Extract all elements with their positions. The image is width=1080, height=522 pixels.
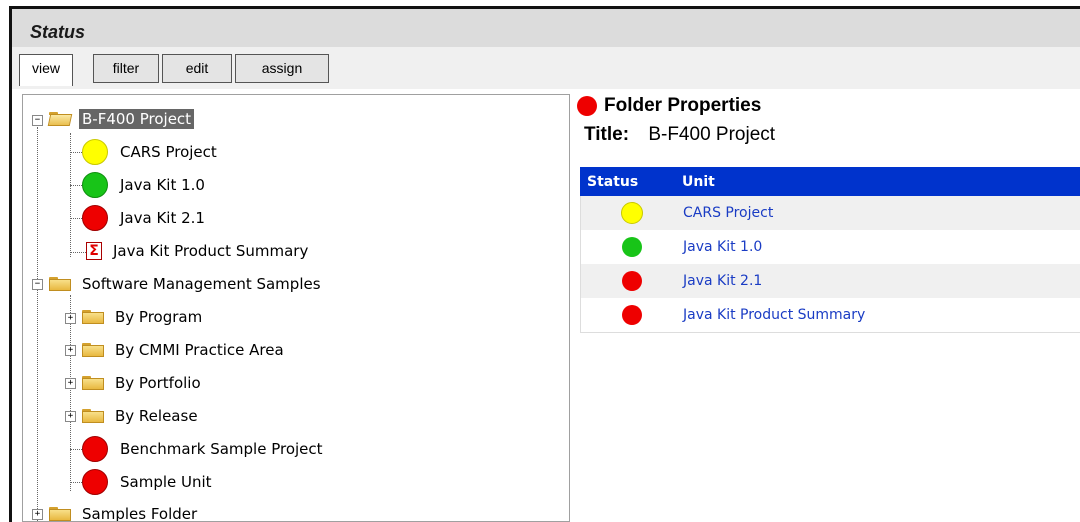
tree-node-cars-project[interactable]: CARS Project — [82, 139, 220, 165]
status-panel: Status view filter edit assign − B-F400 … — [12, 9, 1080, 522]
table-row: Java Kit 1.0 — [580, 230, 1080, 264]
table-bottom-border — [580, 332, 1080, 333]
tree-connector — [70, 449, 82, 450]
yellow-status-icon — [82, 139, 108, 165]
column-header-status: Status — [587, 173, 639, 190]
yellow-status-icon — [621, 202, 643, 224]
unit-link[interactable]: Java Kit Product Summary — [683, 307, 865, 323]
collapse-toggle-icon[interactable]: − — [32, 115, 43, 126]
tree-node-b-f400[interactable]: B-F400 Project — [47, 106, 195, 132]
tree-node-java-kit-product-summary[interactable]: Σ Java Kit Product Summary — [86, 238, 311, 264]
tree-node-label: CARS Project — [120, 143, 217, 161]
red-status-icon — [82, 436, 108, 462]
expand-toggle-icon[interactable]: + — [32, 509, 43, 520]
folder-icon — [82, 376, 104, 390]
tree-connector — [70, 218, 82, 219]
tree-node-label: Samples Folder — [82, 505, 198, 522]
tab-assign[interactable]: assign — [235, 54, 329, 83]
column-header-unit: Unit — [682, 173, 715, 190]
tree-node-benchmark-sample-project[interactable]: Benchmark Sample Project — [82, 436, 326, 462]
tree-node-label: B-F400 Project — [79, 109, 195, 129]
red-status-icon — [622, 271, 642, 291]
folder-title-row: Title: B-F400 Project — [584, 124, 775, 146]
table-header: Status Unit — [580, 167, 1080, 196]
tree-node-label: By Program — [115, 308, 203, 326]
expand-toggle-icon[interactable]: + — [65, 411, 76, 422]
tree-node-by-program[interactable]: By Program — [82, 304, 205, 330]
collapse-toggle-icon[interactable]: − — [32, 279, 43, 290]
folder-icon — [82, 343, 104, 357]
status-title: Status — [30, 22, 86, 42]
table-row: CARS Project — [580, 196, 1080, 230]
folder-tree: − B-F400 Project CARS Project Java Kit 1… — [22, 94, 570, 522]
title-key: Title: — [584, 124, 630, 145]
expand-toggle-icon[interactable]: + — [65, 345, 76, 356]
open-folder-icon — [47, 112, 73, 126]
unit-status-table: Status Unit CARS Project Java Kit 1.0 Ja… — [580, 167, 1080, 333]
tree-node-label: Sample Unit — [120, 473, 212, 491]
tree-node-label: Java Kit 2.1 — [120, 209, 205, 227]
tree-node-java-kit-2-1[interactable]: Java Kit 2.1 — [82, 205, 208, 231]
folder-icon — [82, 310, 104, 324]
table-row: Java Kit Product Summary — [580, 298, 1080, 332]
red-status-icon — [577, 96, 597, 116]
status-header: Status — [12, 9, 1080, 47]
unit-link[interactable]: Java Kit 1.0 — [683, 239, 762, 255]
tree-node-sample-unit[interactable]: Sample Unit — [82, 469, 215, 495]
properties-heading-text: Folder Properties — [604, 95, 762, 116]
tree-connector — [70, 252, 86, 253]
tree-node-samples-folder[interactable]: Samples Folder — [49, 501, 200, 522]
red-status-icon — [82, 205, 108, 231]
unit-link[interactable]: Java Kit 2.1 — [683, 273, 762, 289]
folder-icon — [82, 409, 104, 423]
tree-node-label: Java Kit Product Summary — [113, 242, 309, 260]
tree-node-label: Benchmark Sample Project — [120, 440, 323, 458]
tab-edit[interactable]: edit — [162, 54, 232, 83]
green-status-icon — [82, 172, 108, 198]
red-status-icon — [82, 469, 108, 495]
tree-node-label: By Release — [115, 407, 198, 425]
expand-toggle-icon[interactable]: + — [65, 313, 76, 324]
folder-icon — [49, 507, 71, 521]
tree-node-label: Java Kit 1.0 — [120, 176, 205, 194]
folder-icon — [49, 277, 71, 291]
tree-node-by-portfolio[interactable]: By Portfolio — [82, 370, 204, 396]
tab-filter[interactable]: filter — [93, 54, 159, 83]
table-row: Java Kit 2.1 — [580, 264, 1080, 298]
tree-node-label: By Portfolio — [115, 374, 201, 392]
tree-node-by-cmmi-practice-area[interactable]: By CMMI Practice Area — [82, 337, 287, 363]
tree-node-software-management-samples[interactable]: Software Management Samples — [49, 271, 324, 297]
tree-node-by-release[interactable]: By Release — [82, 403, 201, 429]
folder-properties-heading: Folder Properties — [577, 95, 761, 117]
tree-node-label: By CMMI Practice Area — [115, 341, 284, 359]
title-value: B-F400 Project — [648, 124, 776, 145]
tree-connector — [70, 295, 71, 491]
green-status-icon — [622, 237, 642, 257]
tree-connector — [70, 152, 82, 153]
tree-connector — [70, 185, 82, 186]
red-status-icon — [622, 305, 642, 325]
unit-link[interactable]: CARS Project — [683, 205, 773, 221]
tree-node-java-kit-1-0[interactable]: Java Kit 1.0 — [82, 172, 208, 198]
outer-margin — [0, 0, 9, 522]
expand-toggle-icon[interactable]: + — [65, 378, 76, 389]
tab-view[interactable]: view — [19, 54, 73, 86]
tree-node-label: Software Management Samples — [82, 275, 321, 293]
tree-connector — [37, 127, 38, 521]
sigma-report-icon: Σ — [86, 242, 102, 260]
tree-connector — [70, 482, 82, 483]
